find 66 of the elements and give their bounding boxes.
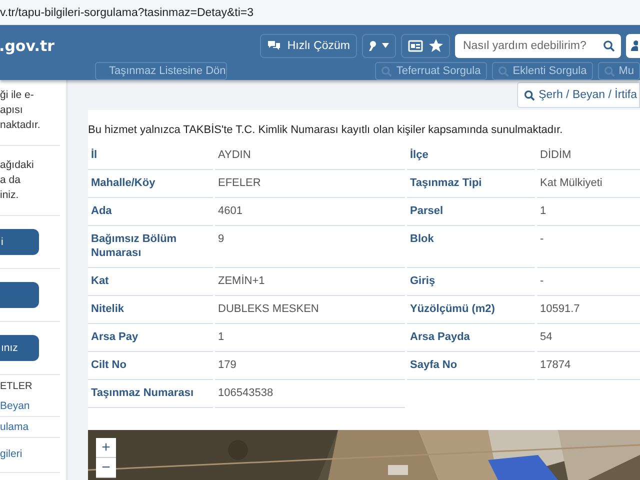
sidebar-button[interactable]: i bbox=[0, 229, 39, 255]
field-value: DUBLEKS MESKEN bbox=[215, 296, 405, 324]
field-value: AYDIN bbox=[215, 142, 405, 170]
zoom-in-button[interactable]: + bbox=[96, 438, 116, 458]
field-label: Giriş bbox=[407, 268, 535, 296]
key-menu-button[interactable] bbox=[362, 34, 396, 58]
sidebar-text: ği ile e- apısı naktadır. bbox=[0, 88, 42, 133]
field-value: DİDİM bbox=[537, 142, 640, 170]
query-button[interactable]: Eklenti Sorgula bbox=[492, 62, 593, 80]
star-icon bbox=[429, 39, 443, 52]
address-url[interactable]: v.tr/tapu-bilgileri-sorgulama?tasinmaz=Detay&ti=3 bbox=[0, 6, 254, 18]
field-label: Arsa Pay bbox=[88, 324, 213, 352]
field-value: - bbox=[537, 268, 640, 296]
field-label: İlçe bbox=[407, 142, 535, 170]
field-value: 1 bbox=[537, 198, 640, 226]
field-label: Sayfa No bbox=[407, 352, 535, 380]
field-label: İl bbox=[88, 142, 213, 170]
field-value: ZEMİN+1 bbox=[215, 268, 405, 296]
back-to-list-button[interactable]: Taşınmaz Listesine Dön bbox=[95, 62, 227, 80]
field-value: 1 bbox=[215, 324, 405, 352]
field-label: Parsel bbox=[407, 198, 535, 226]
annotation-query-button[interactable]: Şerh / Beyan / İrtifa bbox=[516, 82, 640, 108]
chat-icon bbox=[267, 40, 282, 51]
field-value: 106543538 bbox=[215, 380, 405, 408]
field-label: Bağımsız Bölüm Numarası bbox=[88, 226, 213, 268]
field-value: Kat Mülkiyeti bbox=[537, 170, 640, 198]
field-value: 17874 bbox=[537, 352, 640, 380]
quick-solution-button[interactable]: Hızlı Çözüm bbox=[260, 34, 357, 58]
search-icon bbox=[604, 66, 615, 76]
field-label: Kat bbox=[88, 268, 213, 296]
query-button[interactable]: Teferruat Sorgula bbox=[375, 62, 487, 80]
search-field[interactable]: Nasıl yardım edebilirim? bbox=[455, 34, 621, 58]
field-label: Taşınmaz Numarası bbox=[88, 380, 213, 408]
field-value: 179 bbox=[215, 352, 405, 380]
search-icon bbox=[524, 90, 535, 100]
field-label: Nitelik bbox=[88, 296, 213, 324]
field-value: - bbox=[537, 226, 640, 268]
field-value: 10591.7 bbox=[537, 296, 640, 324]
notice-text: Bu hizmet yalnızca TAKBİS'te T.C. Kimlik Numarası kayıtlı olan kişiler kapsamında sunulmaktadır. bbox=[88, 124, 564, 136]
sidebar-text: ağıdaki a da iniz. bbox=[0, 158, 35, 203]
id-card-button[interactable] bbox=[401, 34, 450, 58]
field-label: Cilt No bbox=[88, 352, 213, 380]
field-label: Mahalle/Köy bbox=[88, 170, 213, 198]
field-label: Ada bbox=[88, 198, 213, 226]
key-icon bbox=[369, 40, 376, 52]
field-label: Taşınmaz Tipi bbox=[407, 170, 535, 198]
search-icon bbox=[381, 66, 392, 76]
field-value: 4601 bbox=[215, 198, 405, 226]
user-icon bbox=[630, 40, 638, 52]
sidebar-link[interactable]: gileri bbox=[0, 438, 60, 473]
search-icon bbox=[498, 66, 509, 76]
field-label: Blok bbox=[407, 226, 535, 268]
sidebar-heading: ETLER bbox=[0, 380, 34, 394]
sidebar-link[interactable]: Beyan bbox=[0, 396, 60, 417]
field-label: Yüzölçümü (m2) bbox=[407, 296, 535, 324]
field-value: 9 bbox=[215, 226, 405, 268]
user-button[interactable] bbox=[626, 34, 640, 58]
id-card-icon bbox=[408, 40, 423, 52]
caret-icon bbox=[382, 43, 389, 48]
field-value: EFELER bbox=[215, 170, 405, 198]
search-icon bbox=[603, 40, 615, 52]
sidebar-button[interactable]: ınız bbox=[0, 335, 39, 361]
logo[interactable]: .gov.tr bbox=[0, 36, 55, 54]
field-label: Arsa Payda bbox=[407, 324, 535, 352]
field-value: 54 bbox=[537, 324, 640, 352]
sidebar-link[interactable]: ulama bbox=[0, 417, 60, 438]
